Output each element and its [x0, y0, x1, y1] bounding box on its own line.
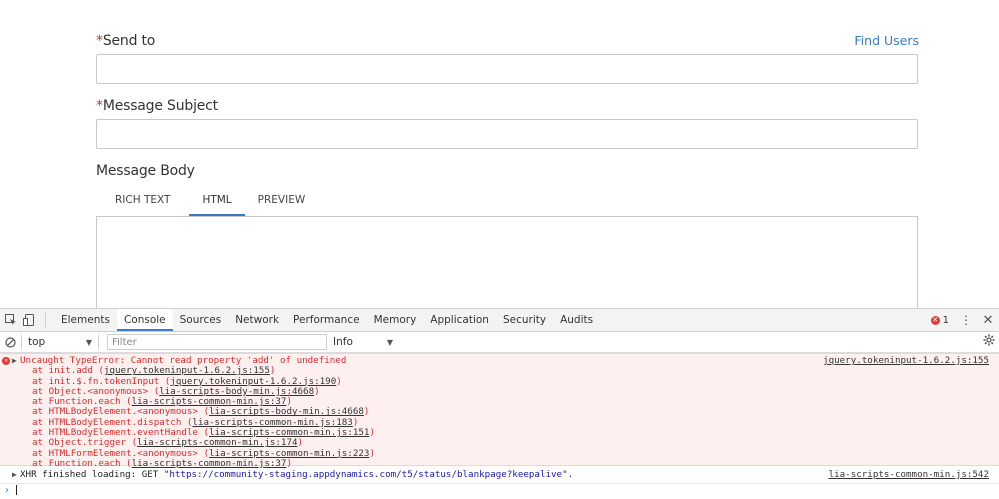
expand-triangle-icon[interactable]: ▶ — [12, 356, 17, 366]
chevron-down-icon: ▼ — [386, 337, 393, 347]
divider — [98, 335, 99, 349]
console-output: ✕ ▶ Uncaught TypeError: Cannot read prop… — [0, 353, 999, 499]
console-error-message: ✕ ▶ Uncaught TypeError: Cannot read prop… — [0, 353, 999, 469]
message-subject-label: *Message Subject — [96, 98, 218, 114]
tab-rich-text[interactable]: RICH TEXT — [96, 186, 189, 216]
error-stack-trace: at init.add (jquery.tokeninput-1.6.2.js:… — [20, 366, 999, 469]
divider — [21, 335, 22, 349]
text-cursor — [16, 485, 18, 495]
message-body-label: Message Body — [96, 163, 195, 179]
inspect-element-icon[interactable] — [4, 313, 18, 327]
console-xhr-message: ▶ XHR finished loading: GET "https://com… — [0, 466, 999, 484]
chevron-down-icon: ▼ — [85, 337, 92, 347]
tab-preview[interactable]: PREVIEW — [245, 186, 319, 216]
devtools-tab-sources[interactable]: Sources — [173, 309, 229, 331]
devtools-tabbar: Elements Console Sources Network Perform… — [0, 309, 999, 332]
editor-tabs: RICH TEXT HTML PREVIEW — [96, 186, 318, 217]
expand-triangle-icon[interactable]: ▶ — [12, 468, 17, 482]
clear-console-icon[interactable] — [3, 335, 17, 349]
error-source-link[interactable]: jquery.tokeninput-1.6.2.js:155 — [823, 355, 989, 366]
message-subject-input[interactable] — [96, 119, 918, 149]
devtools-tab-security[interactable]: Security — [496, 309, 553, 331]
close-devtools-icon[interactable]: ✕ — [981, 313, 995, 328]
devtools-right-controls: ✕ 1 ⋮ ✕ — [930, 309, 999, 331]
message-body-editor[interactable] — [96, 216, 918, 312]
error-icon: ✕ — [930, 315, 940, 325]
find-users-link[interactable]: Find Users — [854, 33, 919, 48]
devtools-tab-network[interactable]: Network — [228, 309, 286, 331]
error-count-badge[interactable]: ✕ 1 — [930, 314, 949, 326]
divider — [45, 313, 46, 327]
devtools-panel: Elements Console Sources Network Perform… — [0, 308, 999, 499]
xhr-source-link[interactable]: lia-scripts-common-min.js:542 — [829, 468, 989, 482]
send-to-input[interactable] — [96, 54, 918, 84]
required-mark: * — [96, 33, 103, 49]
error-icon: ✕ — [2, 357, 10, 365]
devtools-tab-memory[interactable]: Memory — [367, 309, 424, 331]
context-select[interactable]: top ▼ — [28, 334, 92, 350]
prompt-chevron-icon: › — [4, 485, 11, 496]
message-form: *Send to Find Users *Message Subject Mes… — [0, 0, 999, 312]
context-value: top — [28, 336, 46, 348]
devtools-tab-audits[interactable]: Audits — [553, 309, 600, 331]
more-options-icon[interactable]: ⋮ — [959, 313, 973, 327]
console-filterbar: top ▼ Info ▼ — [0, 332, 999, 353]
log-level-select[interactable]: Info ▼ — [333, 334, 393, 350]
devtools-tab-elements[interactable]: Elements — [54, 309, 117, 331]
tab-html[interactable]: HTML — [189, 186, 245, 216]
devtools-tab-application[interactable]: Application — [423, 309, 496, 331]
console-filter-input[interactable] — [107, 334, 327, 350]
devtools-tab-performance[interactable]: Performance — [286, 309, 367, 331]
xhr-url[interactable]: https://community-staging.appdynamics.co… — [169, 469, 562, 480]
send-to-label: *Send to — [96, 33, 156, 49]
device-toolbar-icon[interactable] — [22, 313, 36, 327]
error-count: 1 — [942, 314, 949, 326]
log-level-value: Info — [333, 336, 353, 348]
devtools-tab-console[interactable]: Console — [116, 309, 173, 331]
required-mark: * — [96, 98, 103, 114]
console-settings-gear-icon[interactable] — [983, 334, 997, 348]
console-prompt[interactable]: › — [0, 484, 999, 498]
